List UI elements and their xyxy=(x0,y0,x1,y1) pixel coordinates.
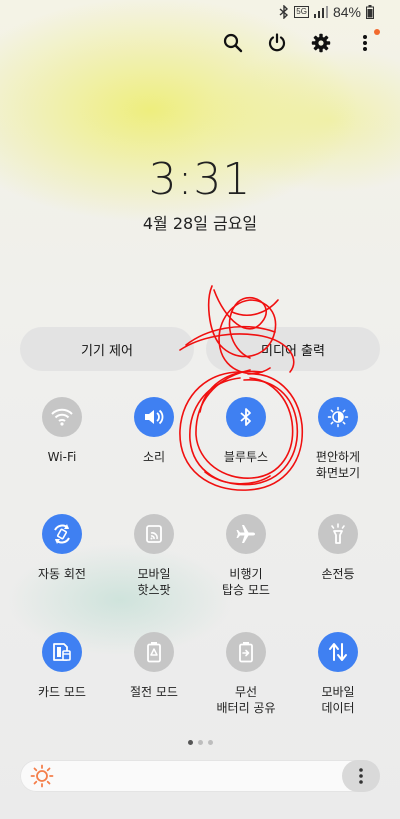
tile-card-mode[interactable]: 카드 모드 xyxy=(16,632,108,716)
tile-eye-comfort[interactable]: 편안하게 화면보기 xyxy=(292,397,384,481)
tile-label: 모바일 핫스팟 xyxy=(137,567,171,597)
device-control-button[interactable]: 기기 제어 xyxy=(20,327,194,371)
tile-bluetooth[interactable]: 블루투스 xyxy=(200,397,292,481)
tile-label: 손전등 xyxy=(321,567,355,581)
more-vertical-icon[interactable] xyxy=(352,29,380,56)
tile-hotspot[interactable]: 모바일 핫스팟 xyxy=(108,514,200,598)
page-dot[interactable] xyxy=(207,740,213,745)
media-output-button[interactable]: 미디어 출력 xyxy=(206,327,380,371)
tile-label: 블루투스 xyxy=(223,450,269,464)
tile-label: 편안하게 화면보기 xyxy=(315,450,361,480)
tile-airplane-mode[interactable]: 비행기 탑승 모드 xyxy=(200,514,292,598)
auto-rotate-icon xyxy=(42,514,82,554)
battery-icon xyxy=(366,5,374,19)
quick-tiles-row-1: Wi-Fi 소리 블루투스 편안하게 화면보기 xyxy=(16,397,384,481)
tile-flashlight[interactable]: 손전등 xyxy=(292,514,384,598)
search-icon[interactable] xyxy=(220,30,246,56)
wireless-battery-icon xyxy=(226,632,266,672)
page-dot[interactable] xyxy=(197,740,203,745)
tile-label: 무선 배터리 공유 xyxy=(216,685,276,715)
notification-dot xyxy=(374,29,380,35)
status-bar: 5G 84% xyxy=(0,0,400,26)
tile-label: 모바일 데이터 xyxy=(321,685,355,715)
brightness-more-button[interactable] xyxy=(342,760,380,792)
sun-icon xyxy=(30,764,54,788)
tile-label: 절전 모드 xyxy=(130,685,178,699)
card-mode-icon xyxy=(42,632,82,672)
mobile-data-icon xyxy=(318,632,358,672)
clock-time: 3:31 xyxy=(148,154,252,205)
quick-tiles-row-3: 카드 모드 절전 모드 무선 배터리 공유 모바일 데이터 xyxy=(16,632,384,716)
bluetooth-icon xyxy=(279,5,289,19)
tile-sound[interactable]: 소리 xyxy=(108,397,200,481)
clock-date: 4월 28일 금요일 xyxy=(142,214,258,233)
wifi-icon xyxy=(42,397,82,437)
battery-percent: 84% xyxy=(332,4,361,20)
eye-comfort-icon xyxy=(318,397,358,437)
hotspot-icon xyxy=(134,514,174,554)
power-saving-icon xyxy=(134,632,174,672)
page-dot[interactable] xyxy=(187,740,193,745)
tile-wireless-battery-share[interactable]: 무선 배터리 공유 xyxy=(200,632,292,716)
tile-wifi[interactable]: Wi-Fi xyxy=(16,397,108,481)
tile-label: 비행기 탑승 모드 xyxy=(222,567,270,597)
tile-label: 자동 회전 xyxy=(38,567,86,581)
signal-icon xyxy=(313,6,328,18)
5g-icon: 5G xyxy=(294,6,309,18)
flashlight-icon xyxy=(318,514,358,554)
tile-power-saving[interactable]: 절전 모드 xyxy=(108,632,200,716)
sound-icon xyxy=(134,397,174,437)
quick-tiles-row-2: 자동 회전 모바일 핫스팟 비행기 탑승 모드 손전등 xyxy=(16,514,384,598)
gear-icon[interactable] xyxy=(308,30,334,56)
tile-mobile-data[interactable]: 모바일 데이터 xyxy=(292,632,384,716)
tile-label: 소리 xyxy=(142,450,166,464)
tile-label: Wi-Fi xyxy=(47,450,77,464)
brightness-slider[interactable] xyxy=(20,760,380,792)
more-vertical-icon xyxy=(359,768,363,784)
tile-label: 카드 모드 xyxy=(38,685,86,699)
bluetooth-icon xyxy=(226,397,266,437)
airplane-icon xyxy=(226,514,266,554)
power-icon[interactable] xyxy=(264,30,290,56)
tile-auto-rotate[interactable]: 자동 회전 xyxy=(16,514,108,598)
page-indicator xyxy=(0,740,400,745)
